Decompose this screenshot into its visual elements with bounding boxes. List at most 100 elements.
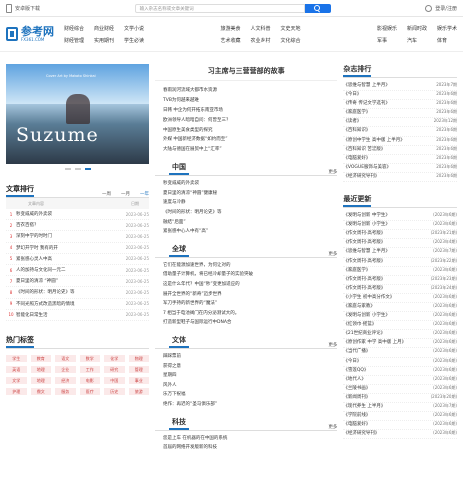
magazine-item[interactable]: 《作文周刊·高考版》 (2023年22期) [343, 258, 457, 267]
magazine-title[interactable]: 《VOGUE服饰与美容》 [343, 164, 391, 172]
magazine-item[interactable]: 《发明与创新 小学生》 (2023年6期) [343, 312, 457, 322]
rank-item[interactable]: 1 秒变威威的外卖袋 2023-06-25 [6, 209, 149, 221]
magazine-item[interactable]: 《原创中学生 高中版 上半月》 2023年6期 [343, 137, 457, 146]
magazine-title[interactable]: 《经济研究导刊》 [343, 430, 379, 438]
section-item[interactable]: 夏日里的清凉“神圆”健康秘 [163, 190, 337, 200]
rank-item[interactable]: 4 梦幻开学时 我有的开 2023-06-25 [6, 243, 149, 254]
nav-link[interactable]: 财经管理 [64, 37, 84, 44]
tag-chip[interactable]: 企业 [55, 365, 76, 373]
section-item[interactable]: 展开全世界的“新奇”迈步世界 [163, 291, 337, 301]
rank-tab[interactable]: 一周 [102, 191, 111, 197]
magazine-title[interactable]: 《今日》 [343, 91, 361, 99]
nav-link[interactable]: 农业乡村 [250, 37, 270, 44]
magazine-title[interactable]: 《原创中学生 高中版 上半月》 [343, 137, 404, 145]
magazine-title[interactable]: 《作文周刊·高考版》 [343, 239, 385, 247]
magazine-title[interactable]: 《家庭医学》 [343, 109, 370, 117]
tag-chip[interactable]: 历史 [104, 387, 125, 395]
carousel-dot[interactable] [84, 168, 91, 170]
section-item[interactable]: 获得之意 [163, 363, 337, 373]
rank-item[interactable]: 9 不同光照方式改造黑暗的情境 2023-06-25 [6, 299, 149, 310]
nav-link[interactable]: 体育 [437, 37, 457, 44]
magazine-item[interactable]: 《21世纪商业评论》 (2023年6期) [343, 330, 457, 340]
magazine-item[interactable]: 《作文周刊·高考版》 (2023年24期) [343, 285, 457, 294]
nav-link[interactable]: 汽车 [407, 37, 427, 44]
section-item[interactable]: 它们在能源加速世界，为何让对的 [163, 262, 337, 272]
magazine-title[interactable]: 《今日》 [343, 358, 361, 366]
section-item[interactable]: 首届的网络开发版新的科技 [163, 444, 337, 454]
rank-item-title[interactable]: 梦幻开学时 我有的开 [16, 245, 126, 251]
magazine-title[interactable]: 《作文周刊·高考版》 [343, 230, 385, 238]
magazine-item[interactable]: 《发明与创新 中学生》 (2023年6期) [343, 212, 457, 222]
section-item[interactable]: 借助量子计算机，将已经冷却量子的实验突破 [163, 271, 337, 281]
news-item[interactable]: TVB为何越来越难 [163, 97, 337, 107]
nav-link[interactable]: 旅游美食 [220, 25, 240, 32]
magazine-title[interactable]: 《发明与创新 小学生》 [343, 312, 389, 320]
headline[interactable]: 习主席与三营营部的故事 [155, 66, 338, 81]
magazine-item[interactable]: 《思维与智慧 上半月》 2023年7期 [343, 82, 457, 92]
nav-link[interactable]: 商业财经 [94, 25, 114, 32]
news-item[interactable]: 欧洲领导人暗暗自问：何曾至三？ [163, 117, 337, 127]
magazine-item[interactable]: 《家庭医学》 2023年6期 [343, 109, 457, 119]
site-logo[interactable]: 参考网 FX361.COM [6, 26, 64, 42]
section-item[interactable]: 《时间的形状：明月论史》等 [163, 209, 337, 219]
section-item[interactable]: 绝作：再迟的“圣马俱乐部” [163, 401, 337, 411]
magazine-title[interactable]: 《家庭医学》 [343, 267, 370, 275]
rank-item[interactable]: 5 紧张感心灵人中高 2023-06-25 [6, 254, 149, 265]
magazine-item[interactable]: 《雪莲QQ》 (2023年6期) [343, 367, 457, 376]
tag-chip[interactable]: 研究 [104, 365, 125, 373]
magazine-item[interactable]: 《经济研究导刊》 (2023年6期) [343, 430, 457, 440]
more-link[interactable]: 更多 [328, 342, 337, 348]
news-item[interactable]: 外媒 中国新经济数据“如约而至” [163, 136, 337, 146]
magazine-item[interactable]: 《家庭与家教》 (2023年6期) [343, 303, 457, 313]
magazine-title[interactable]: 《原创作家 中学 高中版 上月》 [343, 339, 406, 347]
rank-tab[interactable]: 一月 [121, 191, 130, 197]
tag-chip[interactable]: 管理 [128, 365, 149, 373]
section-item[interactable]: 军刀手持的新世界的“魔法” [163, 300, 337, 310]
nav-link[interactable]: 实用期刊 [94, 37, 114, 44]
search-button[interactable] [304, 3, 331, 13]
magazine-title[interactable]: 《小学生 初中高分作文》 [343, 294, 394, 302]
nav-link[interactable]: 影视娱乐 [377, 25, 397, 32]
news-item[interactable]: 大陆与德国在展贸中上“汇率” [163, 146, 337, 156]
section-item[interactable]: 紧张感中心人中有“高” [163, 228, 337, 238]
magazine-item[interactable]: 《发明与创新 小学生》 (2023年6期) [343, 221, 457, 231]
magazine-item[interactable]: 《家庭医学》 (2023年6期) [343, 267, 457, 276]
more-link[interactable]: 更多 [328, 169, 337, 175]
tag-chip[interactable]: 旅游 [128, 387, 149, 395]
magazine-title[interactable]: 《思维与智慧 上半月》 [343, 248, 389, 256]
tag-chip[interactable]: 学生 [6, 354, 27, 362]
nav-link[interactable]: 学生必读 [124, 37, 144, 44]
tag-chip[interactable]: 地理 [30, 376, 51, 384]
section-item[interactable]: 这是什么年代？中国“秒”变更加适应的 [163, 281, 337, 291]
tag-chip[interactable]: 数学 [79, 354, 100, 362]
rank-item-title[interactable]: 不同光照方式改造黑暗的情境 [16, 301, 126, 307]
section-item[interactable]: 乐万下祝福 [163, 391, 337, 401]
tag-chip[interactable]: 医疗 [79, 387, 100, 395]
magazine-title[interactable]: 《红领巾·摇篮》 [343, 321, 376, 329]
section-item[interactable]: 风外人 [163, 382, 337, 392]
carousel-dot[interactable] [64, 168, 71, 170]
news-item[interactable]: 春雨润河流域大都市水资源 [163, 87, 337, 97]
section-item[interactable]: 您是上车 在机器的在中国的系统 [163, 435, 337, 445]
nav-link[interactable]: 艺术收藏 [220, 37, 240, 44]
section-item[interactable]: 星期四 [163, 372, 337, 382]
magazine-title[interactable]: 《兰陵书画》 [343, 385, 370, 393]
magazine-title[interactable]: 《作文周刊·高考版》 [343, 258, 385, 266]
magazine-item[interactable]: 《学院前线》 (2023年6期) [343, 412, 457, 422]
magazine-item[interactable]: 《现代养生 上半月》 (2023年7期) [343, 403, 457, 413]
magazine-title[interactable]: 《现代养生 上半月》 [343, 403, 385, 411]
magazine-item[interactable]: 《小学生 初中高分作文》 (2023年6期) [343, 294, 457, 303]
rank-item-title[interactable]: 智能化日常生活 [16, 312, 126, 318]
rank-item-title[interactable]: 深刻中学的时时门 [16, 233, 126, 239]
nav-link[interactable]: 文化综合 [281, 37, 301, 44]
banner-carousel[interactable]: Cover Art by Makoto Shinkai Suzume [6, 64, 149, 164]
magazine-title[interactable]: 《作文周刊·高考版》 [343, 276, 385, 284]
magazine-title[interactable]: 《经济研究导刊》 [343, 173, 379, 181]
tag-chip[interactable]: 化学 [104, 354, 125, 362]
section-item[interactable]: 7 相当于电池阀门在内分泌测试大的。 [163, 310, 337, 320]
magazine-title[interactable]: 《百科知识 苦涩版》 [343, 146, 385, 154]
magazine-item[interactable]: 《经济研究导刊》 2023年6期 [343, 173, 457, 183]
magazine-title[interactable]: 《作文周刊·高考版》 [343, 285, 385, 293]
news-item[interactable]: 中国原生美食类型的探究 [163, 127, 337, 137]
nav-link[interactable]: 新闻时政 [407, 25, 427, 32]
